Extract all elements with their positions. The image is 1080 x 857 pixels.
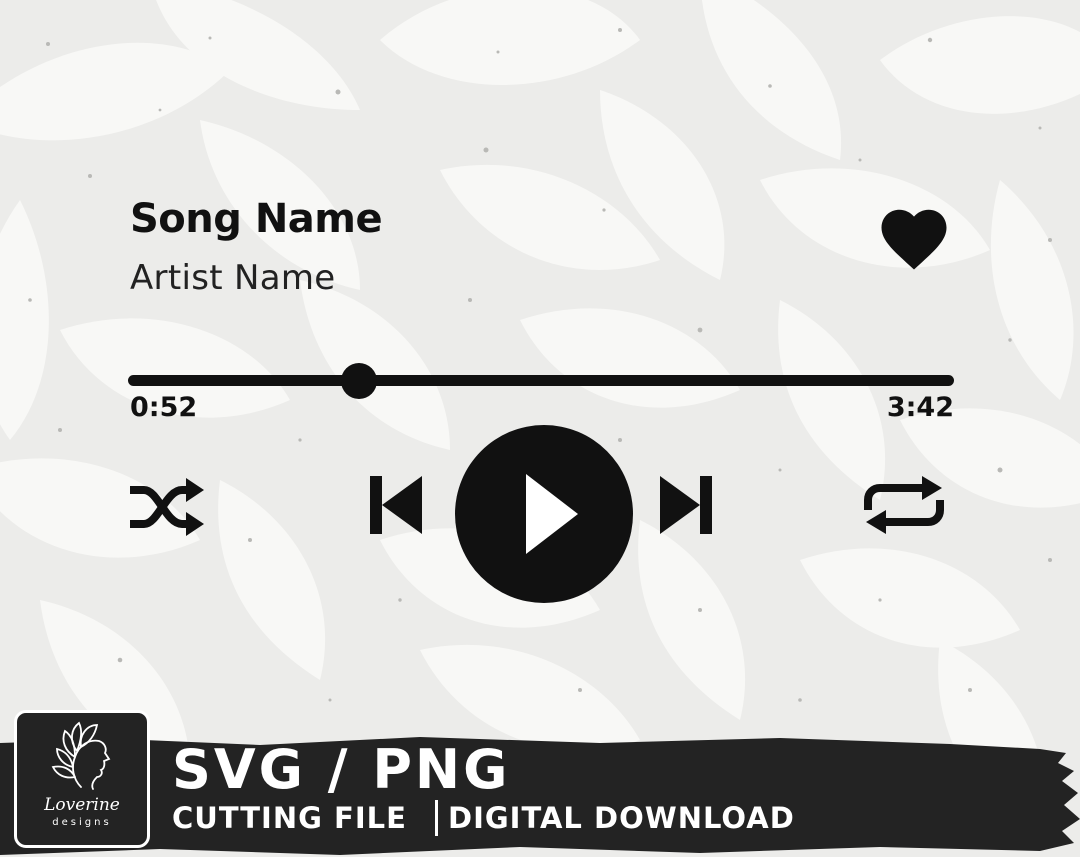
song-title: Song Name <box>130 196 383 242</box>
like-button[interactable] <box>875 200 953 278</box>
next-button[interactable] <box>658 474 714 536</box>
skip-previous-icon <box>370 476 422 534</box>
heart-icon <box>881 209 947 270</box>
play-button[interactable] <box>454 424 634 604</box>
woman-profile-icon <box>51 721 111 790</box>
shuffle-icon <box>130 478 204 536</box>
repeat-button[interactable] <box>862 474 946 536</box>
logo-wordmark: Loverine <box>44 795 120 815</box>
banner-divider <box>435 800 438 836</box>
artist-name: Artist Name <box>130 258 336 298</box>
elapsed-time: 0:52 <box>130 392 198 423</box>
total-duration: 3:42 <box>886 392 954 423</box>
progress-slider[interactable] <box>128 363 954 399</box>
previous-button[interactable] <box>368 474 424 536</box>
shuffle-button[interactable] <box>126 476 206 538</box>
cutting-file-label: CUTTING FILE <box>172 801 407 835</box>
brand-logo: Loverine designs <box>14 710 150 848</box>
digital-download-label: DIGITAL DOWNLOAD <box>448 801 795 835</box>
format-headline: SVG / PNG <box>172 738 511 801</box>
promo-banner-background <box>0 737 1080 855</box>
logo-subtitle: designs <box>52 817 112 828</box>
play-icon <box>455 425 633 603</box>
skip-next-icon <box>660 476 712 534</box>
repeat-icon <box>864 476 944 534</box>
progress-track[interactable] <box>128 375 954 386</box>
progress-thumb[interactable] <box>341 363 378 399</box>
